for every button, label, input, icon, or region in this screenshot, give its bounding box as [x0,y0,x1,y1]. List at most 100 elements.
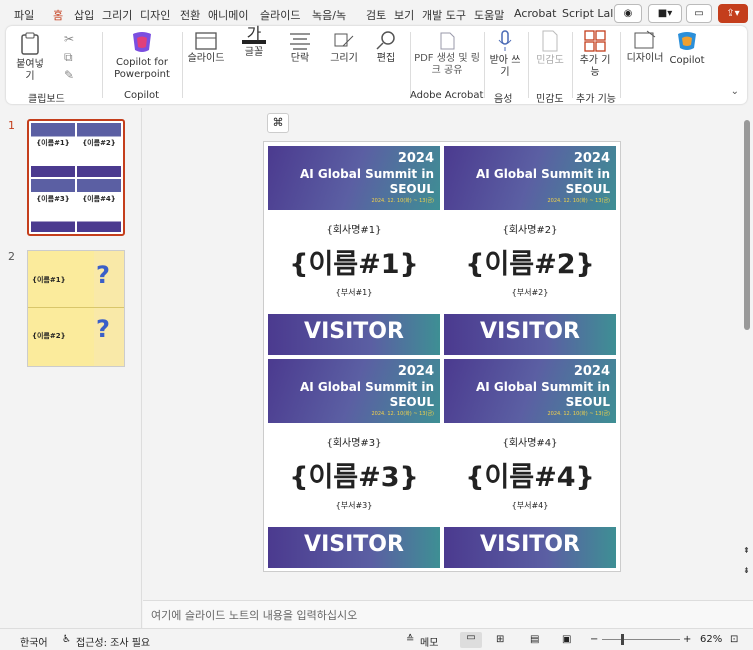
slide-number-2: 2 [8,250,15,263]
sensitivity-button[interactable]: 민감도 [532,30,568,67]
tab-file[interactable]: 파일 [14,7,34,23]
chevron-down-icon[interactable]: ⌄ [731,86,739,97]
divider [410,32,411,98]
tab-developer[interactable]: 개발 도구 [422,7,466,23]
paragraph-icon [290,33,310,50]
copilot-icon[interactable]: ⌘ [267,113,289,133]
notes-pane[interactable]: 여기에 슬라이드 노트의 내용을 입력하십시오 [143,600,753,628]
tab-scriptlab[interactable]: Script Lal [562,7,613,20]
group-acrobat: Adobe Acrobat [410,90,484,101]
comment-icon: ▭ [694,8,704,19]
badge-year: 2024 [397,151,434,166]
font-button[interactable]: 가 글꼴 [234,26,274,59]
format-painter-icon[interactable]: ✎ [64,68,74,82]
badge-company: {회사명#2} [502,225,558,236]
sensitivity-icon [542,30,558,52]
badge-year: 2024 [573,151,610,166]
zoom-level[interactable]: 62% [700,634,722,645]
tab-insert[interactable]: 삽입 [74,7,94,23]
notes-placeholder: 여기에 슬라이드 노트의 내용을 입력하십시오 [151,609,358,622]
badge-department: {부서#2} [511,288,549,297]
badge-company: {회사명#1} [326,225,382,236]
thumb-badge: {이름#3} [31,178,75,232]
badge-visitor: VISITOR [304,319,404,344]
record-button[interactable]: ◉ [614,4,642,23]
camera-icon: ■▾ [657,8,673,19]
slide-button[interactable]: 슬라이드 [186,32,226,65]
drawing-button[interactable]: 그리기 [324,32,364,65]
group-voice: 음성 [494,94,513,105]
slideshow-icon[interactable]: ▣ [562,634,571,645]
tab-animations[interactable]: 애니메이 [208,7,248,23]
question-icon: ? [96,315,110,343]
zoom-slider-thumb[interactable] [621,634,624,645]
pdf-icon [440,32,455,50]
divider [572,32,573,98]
tab-home[interactable]: 홈 [53,7,64,28]
slide-sorter-icon[interactable]: ⊞ [496,634,504,645]
copilot-icon [133,32,151,52]
notes-button[interactable]: 메모 [420,634,438,649]
draw-icon [334,33,354,47]
share-button[interactable]: ⇪▾ [718,4,748,23]
tab-transitions[interactable]: 전환 [180,7,200,23]
language-indicator[interactable]: 한국어 [20,634,48,649]
comments-button[interactable]: ▭ [686,4,712,23]
dictate-button[interactable]: 받아 쓰기 [488,30,522,79]
zoom-slider[interactable] [602,634,680,645]
badge-department: {부서#3} [335,501,373,510]
tab-acrobat[interactable]: Acrobat [514,7,556,20]
scroll-thumb[interactable] [744,120,750,330]
tab-slideshow[interactable]: 슬라이드 [260,7,300,23]
tab-help[interactable]: 도움말 [474,7,504,23]
paste-button[interactable]: 붙여넣기 [12,32,48,83]
slide-thumbnail-1[interactable]: {이름#1} {이름#2} {이름#3} {이름#4} [27,119,125,236]
accessibility-status[interactable]: 접근성: 조사 필요 [76,634,150,649]
divider [102,32,103,98]
editing-label: 편집 [376,53,396,64]
badge-date: 2024. 12. 10(화) ~ 13(금) [547,198,610,204]
reading-view-icon[interactable]: ▤ [530,634,539,645]
slide-thumbnail-2[interactable]: {이름#1} {이름#2} ? ? [27,250,125,367]
pdf-share-button[interactable]: PDF 생성 및 링크 공유 [414,32,480,77]
fit-to-window-icon[interactable]: ⊡ [730,634,738,645]
next-slide-icon[interactable]: ⇟ [743,566,750,575]
dictate-label: 받아 쓰기 [489,55,521,78]
zoom-in-icon[interactable]: + [683,634,691,645]
editing-button[interactable]: 편집 [366,30,406,65]
badge-department: {부서#1} [335,288,373,297]
vertical-scrollbar[interactable]: ⇞ ⇟ [742,108,753,588]
tab-draw[interactable]: 그리기 [102,7,132,23]
designer-button[interactable]: 디자이너 [624,30,666,65]
prev-slide-icon[interactable]: ⇞ [743,546,750,555]
badge-year: 2024 [573,364,610,379]
normal-view-icon[interactable]: ▭ [460,632,482,648]
paragraph-button[interactable]: 단락 [280,32,320,65]
copy-icon[interactable]: ⧉ [64,50,73,65]
search-icon [376,31,395,50]
group-copilot: Copilot [124,90,160,101]
copilot-button[interactable]: Copilot [668,30,706,67]
badge-4: 2024 AI Global Summit in SEOUL 2024. 12.… [444,359,616,568]
badge-title: AI Global Summit in SEOUL [300,167,434,196]
thumb-badge: {이름#1} [31,123,75,177]
cut-icon[interactable]: ✂ [64,32,74,46]
clipboard-icon [21,32,39,55]
copilot-for-powerpoint-button[interactable]: Copilot for Powerpoint [108,30,176,81]
tab-view[interactable]: 보기 [394,7,414,23]
tab-record[interactable]: 녹음/녹 [312,7,346,23]
mic-icon [498,30,512,51]
tab-review[interactable]: 검토 [366,7,386,23]
record-icon: ◉ [623,8,633,19]
group-sensitivity: 민감도 [536,94,564,105]
badge-3: 2024 AI Global Summit in SEOUL 2024. 12.… [268,359,440,568]
tab-design[interactable]: 디자인 [140,7,170,23]
zoom-out-icon[interactable]: − [590,634,598,645]
divider [182,32,183,98]
drawing-label: 그리기 [330,53,358,64]
group-clipboard: 클립보드 [28,94,65,105]
camera-button[interactable]: ■▾ [648,4,682,23]
addins-button[interactable]: 추가 기능 [576,30,614,79]
thumb-badge: {이름#2} [77,123,121,177]
slide[interactable]: 2024 AI Global Summit in SEOUL 2024. 12.… [263,141,621,572]
